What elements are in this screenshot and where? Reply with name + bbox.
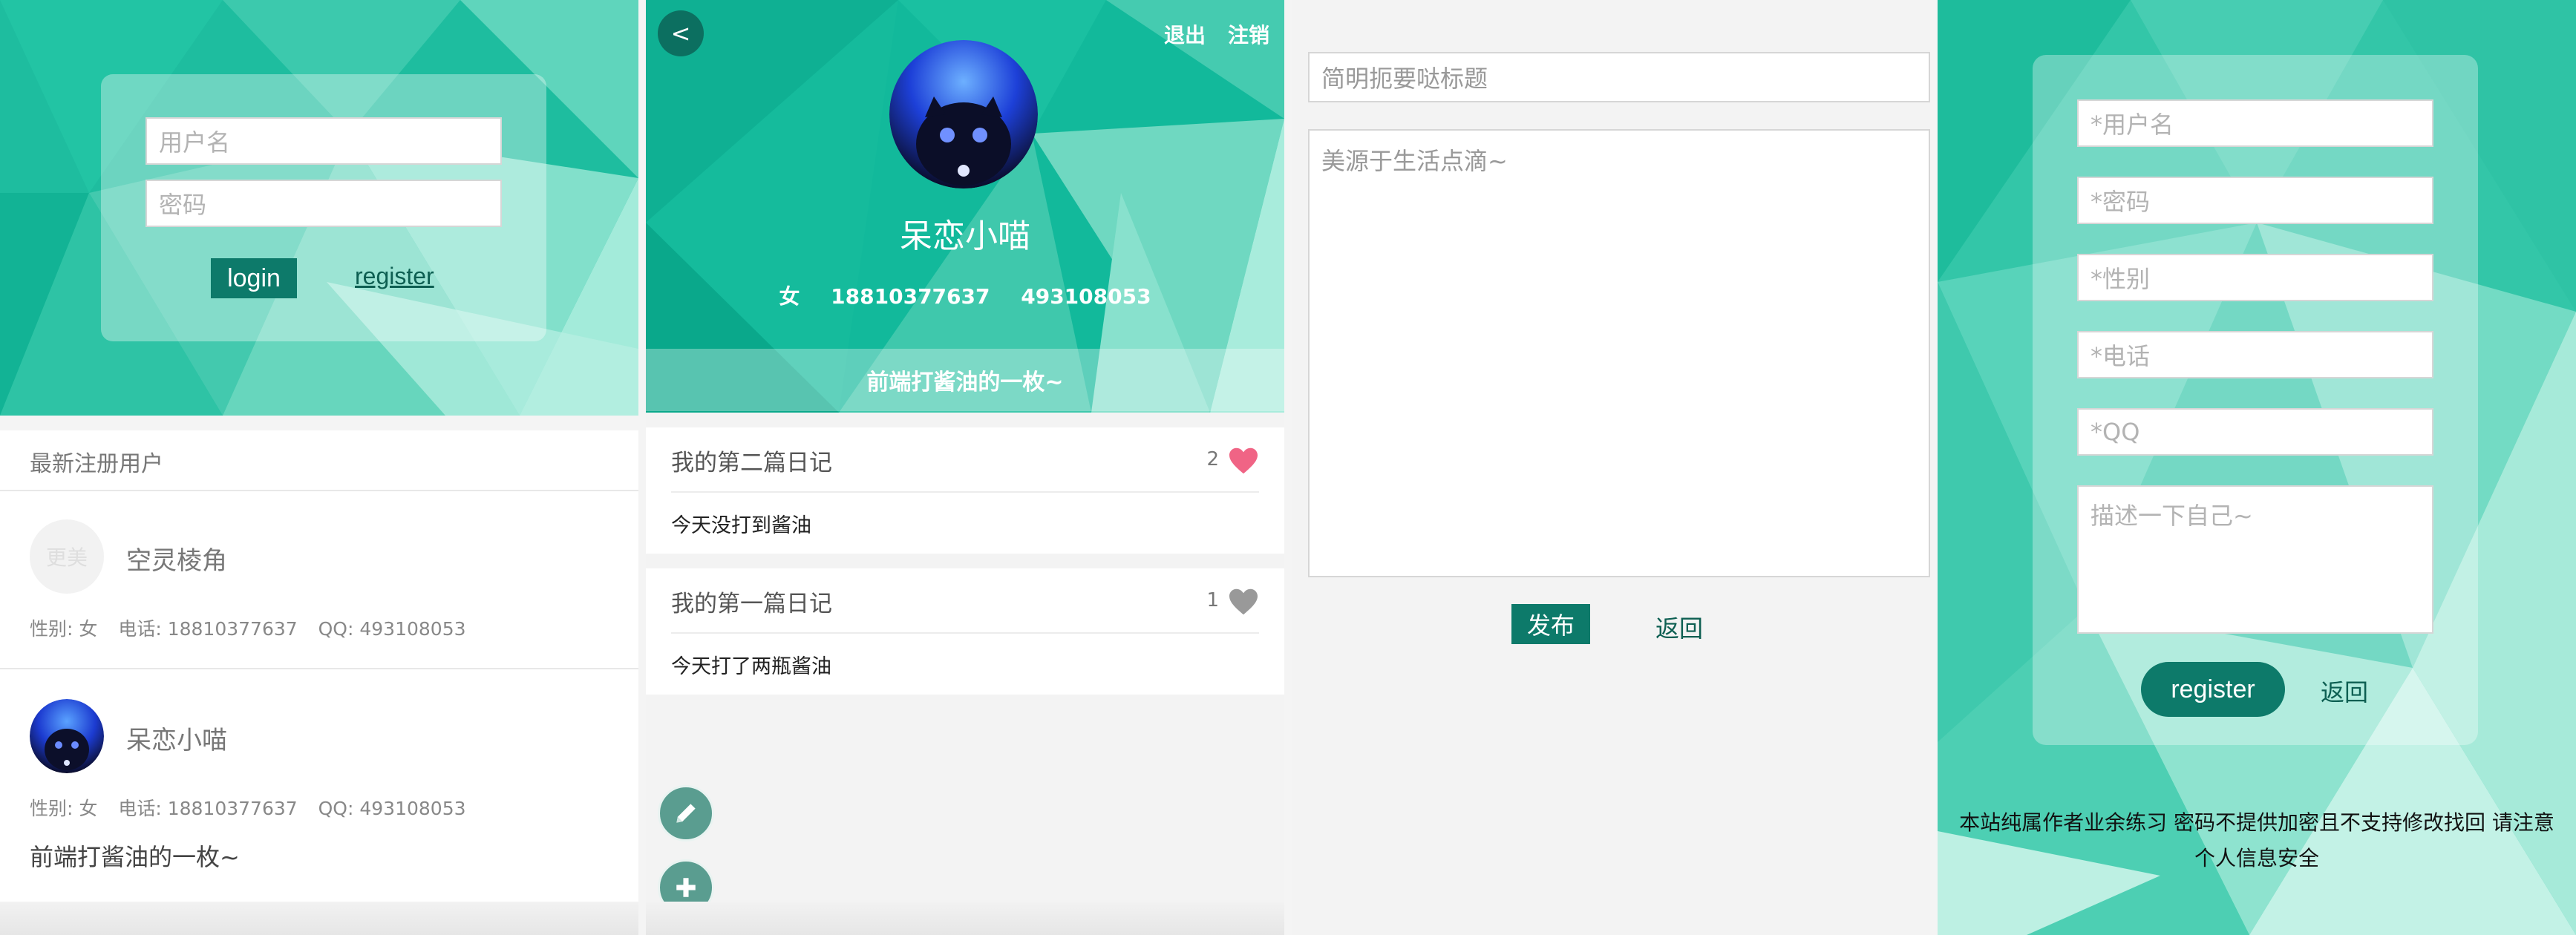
user-qq: QQ: 493108053 (318, 798, 466, 819)
section-gap (0, 416, 638, 430)
diary-title: 我的第一篇日记 (671, 591, 832, 617)
diary-card[interactable]: 我的第二篇日记 2 今天没打到酱油 (646, 427, 1284, 554)
cat-avatar-icon (30, 699, 104, 773)
heart-icon[interactable] (1228, 447, 1259, 475)
like-count: 1 (1206, 589, 1219, 611)
login-screen: 用户名 密码 login register 最新注册用户 更美 空灵棱角 性别:… (0, 0, 638, 935)
privacy-notice: 本站纯属作者业余练习 密码不提供加密且不支持修改找回 请注意个人信息安全 (1959, 810, 2554, 870)
user-phone: 电话: 18810377637 (118, 618, 298, 640)
title-input[interactable]: 简明扼要哒标题 (1308, 52, 1930, 102)
profile-motto: 前端打酱油的一枚~ (646, 349, 1284, 411)
diary-card[interactable]: 我的第一篇日记 1 今天打了两瓶酱油 (646, 568, 1284, 695)
blank-avatar-icon: 更美 (30, 519, 104, 594)
user-description: 前端打酱油的一枚~ (30, 843, 240, 871)
qq-input[interactable]: *QQ (2077, 408, 2433, 456)
bio-textarea[interactable]: 描述一下自己~ (2077, 485, 2433, 634)
profile-name: 呆恋小喵 (900, 217, 1030, 255)
register-button[interactable]: register (2141, 662, 2285, 717)
password-input[interactable]: 密码 (146, 180, 502, 227)
register-screen: *用户名 *密码 *性别 *电话 *QQ 描述一下自己~ register 返回… (1938, 0, 2576, 935)
editor-screen: 简明扼要哒标题 美源于生活点滴~ 发布 返回 (1292, 0, 1930, 935)
profile-screen: < 退出 注销 呆恋小喵 女 18810377637 493108053 前端打… (646, 0, 1284, 935)
login-button[interactable]: login (211, 258, 297, 298)
username-input[interactable]: *用户名 (2077, 99, 2433, 147)
divider (671, 491, 1259, 493)
like-count: 2 (1206, 448, 1219, 470)
register-card: *用户名 *密码 *性别 *电话 *QQ 描述一下自己~ register 返回 (2033, 55, 2478, 745)
register-link[interactable]: register (355, 263, 434, 290)
phone-input[interactable]: *电话 (2077, 331, 2433, 378)
cancel-account-link[interactable]: 注销 (1228, 19, 1269, 49)
back-link[interactable]: 返回 (1655, 610, 1703, 644)
diary-body: 今天打了两瓶酱油 (671, 655, 831, 678)
profile-qq: 493108053 (1021, 284, 1151, 309)
user-qq: QQ: 493108053 (318, 618, 466, 640)
username-input[interactable]: 用户名 (146, 117, 502, 165)
bottom-gap (0, 902, 638, 935)
profile-gender: 女 (779, 284, 800, 309)
divider (0, 668, 638, 669)
profile-meta: 女 18810377637 493108053 (646, 280, 1284, 310)
cat-avatar-icon (889, 40, 1038, 188)
gender-input[interactable]: *性别 (2077, 254, 2433, 301)
heart-icon[interactable] (1228, 588, 1259, 616)
content-textarea[interactable]: 美源于生活点滴~ (1308, 129, 1930, 577)
user-phone: 电话: 18810377637 (118, 798, 298, 819)
diary-title: 我的第二篇日记 (671, 450, 832, 476)
pencil-icon[interactable] (658, 785, 714, 842)
user-name: 呆恋小喵 (126, 726, 227, 755)
password-input[interactable]: *密码 (2077, 177, 2433, 224)
logout-link[interactable]: 退出 (1164, 19, 1206, 49)
diary-body: 今天没打到酱油 (671, 514, 811, 537)
user-meta: 性别: 女 电话: 18810377637 QQ: 493108053 (30, 794, 481, 821)
user-meta: 性别: 女 电话: 18810377637 QQ: 493108053 (30, 614, 481, 641)
divider (671, 632, 1259, 634)
publish-button[interactable]: 发布 (1511, 604, 1590, 644)
recent-users-title: 最新注册用户 (30, 451, 163, 477)
user-gender: 性别: 女 (30, 798, 98, 819)
login-card: 用户名 密码 login register (101, 74, 546, 341)
bottom-gap (646, 902, 1284, 935)
user-name: 空灵棱角 (126, 546, 227, 576)
back-button[interactable]: < (658, 10, 704, 56)
profile-phone: 18810377637 (831, 284, 990, 309)
user-gender: 性别: 女 (30, 618, 98, 640)
divider (0, 490, 638, 491)
back-link[interactable]: 返回 (2321, 674, 2368, 708)
